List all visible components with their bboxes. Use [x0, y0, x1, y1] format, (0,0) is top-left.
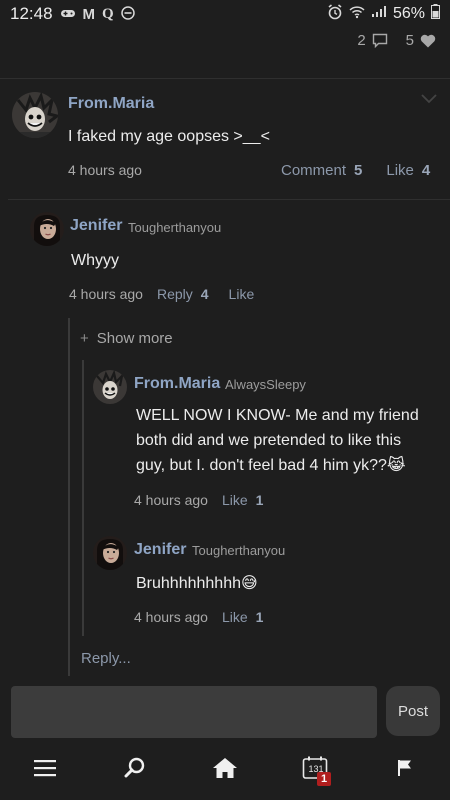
flag-button[interactable] [375, 745, 435, 795]
avatar[interactable] [12, 92, 58, 138]
comment-input[interactable] [11, 686, 377, 738]
comment-line: both did and we pretended to like this [136, 432, 402, 449]
like-count: 1 [255, 492, 264, 508]
comment-text: WELL NOW I KNOW- Me and my friend both d… [136, 403, 419, 478]
do-not-disturb-icon [120, 5, 135, 23]
comment-actions: Comment 5 Like 4 [281, 162, 430, 179]
author-name[interactable]: Jenifer [134, 541, 186, 559]
clock: 12:48 [10, 4, 53, 23]
author-handle: Tougherthanyou [128, 220, 222, 235]
like-link-count: 4 [421, 162, 431, 179]
timestamp: 4 hours ago [69, 286, 143, 302]
divider [8, 199, 450, 200]
post-button[interactable]: Post [386, 686, 440, 736]
timestamp: 4 hours ago [134, 492, 208, 508]
quora-icon: Q [102, 5, 114, 22]
like-link[interactable]: Like [222, 609, 248, 625]
author-name[interactable]: From.Maria [68, 95, 154, 113]
comment-meta: 4 hours ago Like 1 [134, 609, 263, 625]
gmail-icon: M [82, 5, 96, 23]
notification-badge: 1 [317, 772, 332, 786]
author-name[interactable]: Jenifer [70, 217, 122, 235]
comment-line: guy, but I. don't feel bad 4 him yk??😹 [136, 457, 406, 474]
like-link[interactable]: Like [222, 492, 248, 508]
calendar-button[interactable]: 131 1 [285, 745, 345, 795]
divider [0, 78, 450, 79]
menu-button[interactable] [15, 745, 75, 795]
comment-text: Whyyy [71, 252, 119, 269]
heart-icon[interactable] [420, 34, 436, 48]
author-handle: AlwaysSleepy [225, 377, 306, 392]
home-button[interactable] [195, 745, 255, 795]
author-name[interactable]: From.Maria [134, 375, 220, 393]
search-icon [124, 757, 146, 784]
avatar[interactable] [30, 212, 64, 246]
battery-icon [431, 4, 440, 24]
thread-line [82, 360, 84, 636]
like-link[interactable]: Like [386, 162, 414, 179]
like-link[interactable]: Like [229, 286, 255, 302]
show-more-label: Show more [96, 330, 173, 347]
like-count: 5 [405, 32, 414, 49]
chevron-down-icon[interactable] [420, 92, 438, 110]
like-count: 1 [255, 609, 264, 625]
comment-line: WELL NOW I KNOW- Me and my friend [136, 407, 419, 424]
post-counts: 2 5 [357, 32, 436, 49]
comment-text: I faked my age oopses >__< [68, 128, 270, 145]
avatar[interactable] [93, 536, 127, 570]
wifi-icon [349, 5, 365, 24]
home-icon [212, 757, 238, 784]
reply-link[interactable]: Reply [157, 286, 193, 302]
timestamp: 4 hours ago [68, 162, 142, 178]
reply-link-label: Reply... [81, 650, 131, 667]
search-button[interactable] [105, 745, 165, 795]
signal-icon [371, 5, 387, 23]
comment-count: 2 [357, 32, 366, 49]
thread-line [68, 318, 70, 676]
avatar[interactable] [93, 370, 127, 404]
timestamp: 4 hours ago [134, 609, 208, 625]
comment-link[interactable]: Comment [281, 162, 346, 179]
plus-icon: + [80, 330, 89, 347]
battery-percent: 56% [392, 5, 425, 22]
comment-icon[interactable] [372, 33, 388, 48]
show-more-button[interactable]: + Show more [80, 330, 173, 347]
alarm-icon [327, 3, 343, 25]
comment-meta: 4 hours ago [68, 162, 142, 178]
comment-text: Bruhhhhhhhhh😅 [136, 575, 258, 592]
bottom-nav: 131 1 [0, 740, 450, 800]
reply-count: 4 [200, 286, 209, 302]
flag-icon [397, 759, 413, 782]
status-bar: 12:48 M Q 56% [0, 0, 450, 28]
comment-meta: 4 hours ago Reply 4 Like [69, 286, 254, 302]
reply-link[interactable]: Reply... [81, 650, 131, 667]
gamepad-icon [60, 7, 76, 22]
comment-meta: 4 hours ago Like 1 [134, 492, 263, 508]
menu-icon [34, 759, 56, 782]
comment-link-count: 5 [354, 162, 363, 179]
author-handle: Tougherthanyou [192, 543, 286, 558]
